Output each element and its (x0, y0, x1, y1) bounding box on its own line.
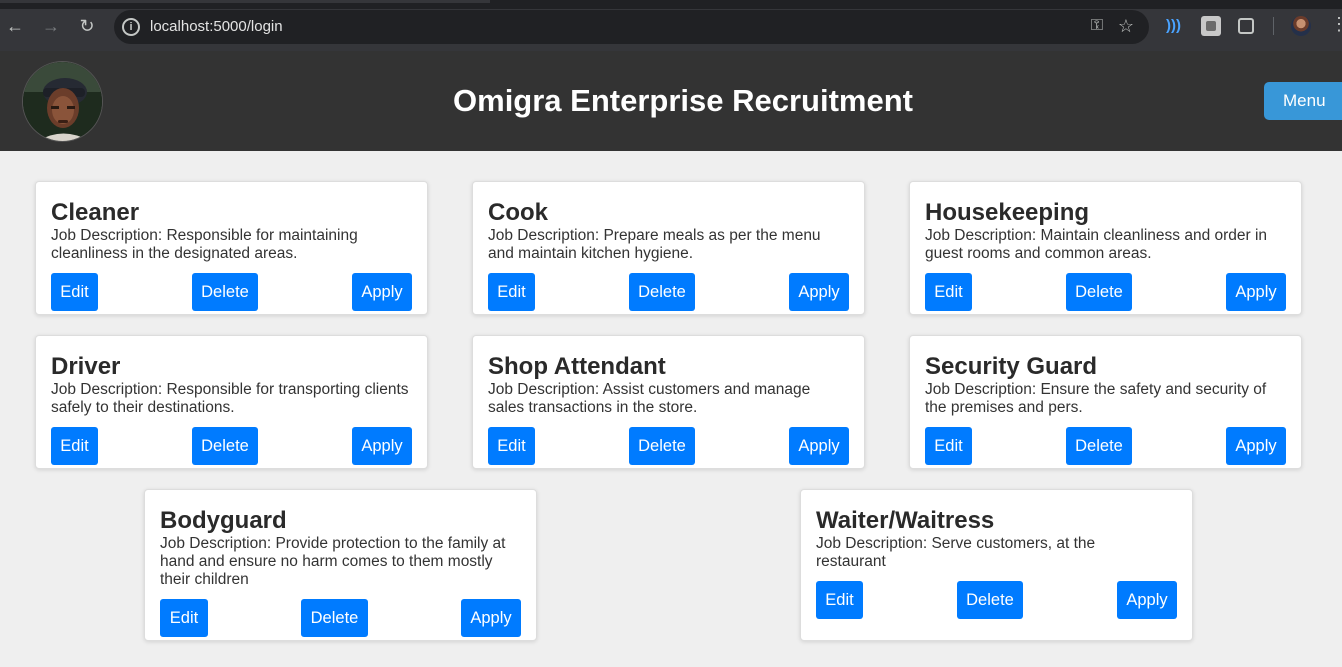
page-title: Omigra Enterprise Recruitment (453, 83, 913, 118)
extensions-puzzle-icon[interactable] (1238, 18, 1254, 34)
bookmark-star-icon[interactable]: ☆ (1118, 16, 1134, 37)
edit-button[interactable]: Edit (160, 599, 208, 637)
apply-button[interactable]: Apply (789, 273, 849, 311)
delete-button[interactable]: Delete (629, 273, 695, 311)
job-card: Bodyguard Job Description: Provide prote… (144, 489, 537, 641)
job-actions: Edit Delete Apply (925, 273, 1286, 311)
apply-button[interactable]: Apply (789, 427, 849, 465)
delete-button[interactable]: Delete (957, 581, 1023, 619)
job-actions: Edit Delete Apply (816, 581, 1177, 619)
job-actions: Edit Delete Apply (160, 599, 521, 637)
delete-button[interactable]: Delete (192, 427, 258, 465)
job-title: Housekeeping (925, 199, 1090, 226)
job-description: Job Description: Provide protection to t… (160, 535, 506, 588)
job-actions: Edit Delete Apply (925, 427, 1286, 465)
apply-button[interactable]: Apply (352, 427, 412, 465)
edit-button[interactable]: Edit (51, 427, 98, 465)
site-info-icon[interactable]: i (122, 18, 140, 36)
job-actions: Edit Delete Apply (51, 273, 412, 311)
job-description: Job Description: Responsible for transpo… (51, 381, 409, 416)
address-bar[interactable]: i localhost:5000/login ⚿ ☆ (114, 10, 1149, 44)
job-title: Security Guard (925, 353, 1098, 380)
edit-button[interactable]: Edit (51, 273, 98, 311)
browser-toolbar: ← → ↻ i localhost:5000/login ⚿ ☆ ))) ⋮ (0, 0, 1342, 51)
job-actions: Edit Delete Apply (488, 273, 849, 311)
delete-button[interactable]: Delete (629, 427, 695, 465)
apply-button[interactable]: Apply (1226, 273, 1286, 311)
delete-button[interactable]: Delete (1066, 273, 1132, 311)
job-title: Shop Attendant (488, 353, 666, 380)
job-card: Cook Job Description: Prepare meals as p… (472, 181, 865, 315)
apply-button[interactable]: Apply (1226, 427, 1286, 465)
job-title: Waiter/Waitress (816, 507, 995, 534)
job-description: Job Description: Ensure the safety and s… (925, 381, 1267, 416)
edit-button[interactable]: Edit (816, 581, 863, 619)
apply-button[interactable]: Apply (461, 599, 521, 637)
job-description: Job Description: Assist customers and ma… (488, 381, 811, 416)
reload-icon[interactable]: ↻ (76, 15, 98, 37)
job-card: Waiter/Waitress Job Description: Serve c… (800, 489, 1193, 641)
job-card: Housekeeping Job Description: Maintain c… (909, 181, 1302, 315)
toolbar-divider (1273, 17, 1274, 35)
browser-menu-icon[interactable]: ⋮ (1330, 14, 1342, 35)
back-arrow-icon[interactable]: ← (4, 15, 26, 37)
job-card: Driver Job Description: Responsible for … (35, 335, 428, 469)
edit-button[interactable]: Edit (488, 273, 535, 311)
delete-button[interactable]: Delete (1066, 427, 1132, 465)
job-actions: Edit Delete Apply (51, 427, 412, 465)
job-title: Cleaner (51, 199, 140, 226)
job-description: Job Description: Maintain cleanliness an… (925, 227, 1268, 262)
job-actions: Edit Delete Apply (488, 427, 849, 465)
job-card: Cleaner Job Description: Responsible for… (35, 181, 428, 315)
job-description: Job Description: Responsible for maintai… (51, 227, 358, 262)
apply-button[interactable]: Apply (352, 273, 412, 311)
job-card: Shop Attendant Job Description: Assist c… (472, 335, 865, 469)
menu-button[interactable]: Menu (1264, 82, 1342, 120)
password-key-icon[interactable]: ⚿ (1091, 17, 1103, 35)
browser-tabstrip (0, 0, 1342, 9)
site-header: Omigra Enterprise Recruitment Menu (0, 51, 1342, 151)
job-description: Job Description: Serve customers, at the… (816, 535, 1096, 570)
extension-app-icon[interactable] (1201, 16, 1221, 36)
edit-button[interactable]: Edit (488, 427, 535, 465)
job-title: Cook (488, 199, 548, 226)
profile-avatar-icon[interactable] (1291, 16, 1311, 36)
extension-signal-icon[interactable]: ))) (1166, 16, 1186, 36)
edit-button[interactable]: Edit (925, 427, 972, 465)
delete-button[interactable]: Delete (192, 273, 258, 311)
edit-button[interactable]: Edit (925, 273, 972, 311)
job-title: Driver (51, 353, 121, 380)
forward-arrow-icon[interactable]: → (40, 15, 62, 37)
delete-button[interactable]: Delete (301, 599, 368, 637)
active-tab-edge[interactable] (0, 0, 490, 3)
apply-button[interactable]: Apply (1117, 581, 1177, 619)
job-card: Security Guard Job Description: Ensure t… (909, 335, 1302, 469)
job-description: Job Description: Prepare meals as per th… (488, 227, 821, 262)
address-url[interactable]: localhost:5000/login (150, 18, 283, 35)
job-title: Bodyguard (160, 507, 287, 534)
